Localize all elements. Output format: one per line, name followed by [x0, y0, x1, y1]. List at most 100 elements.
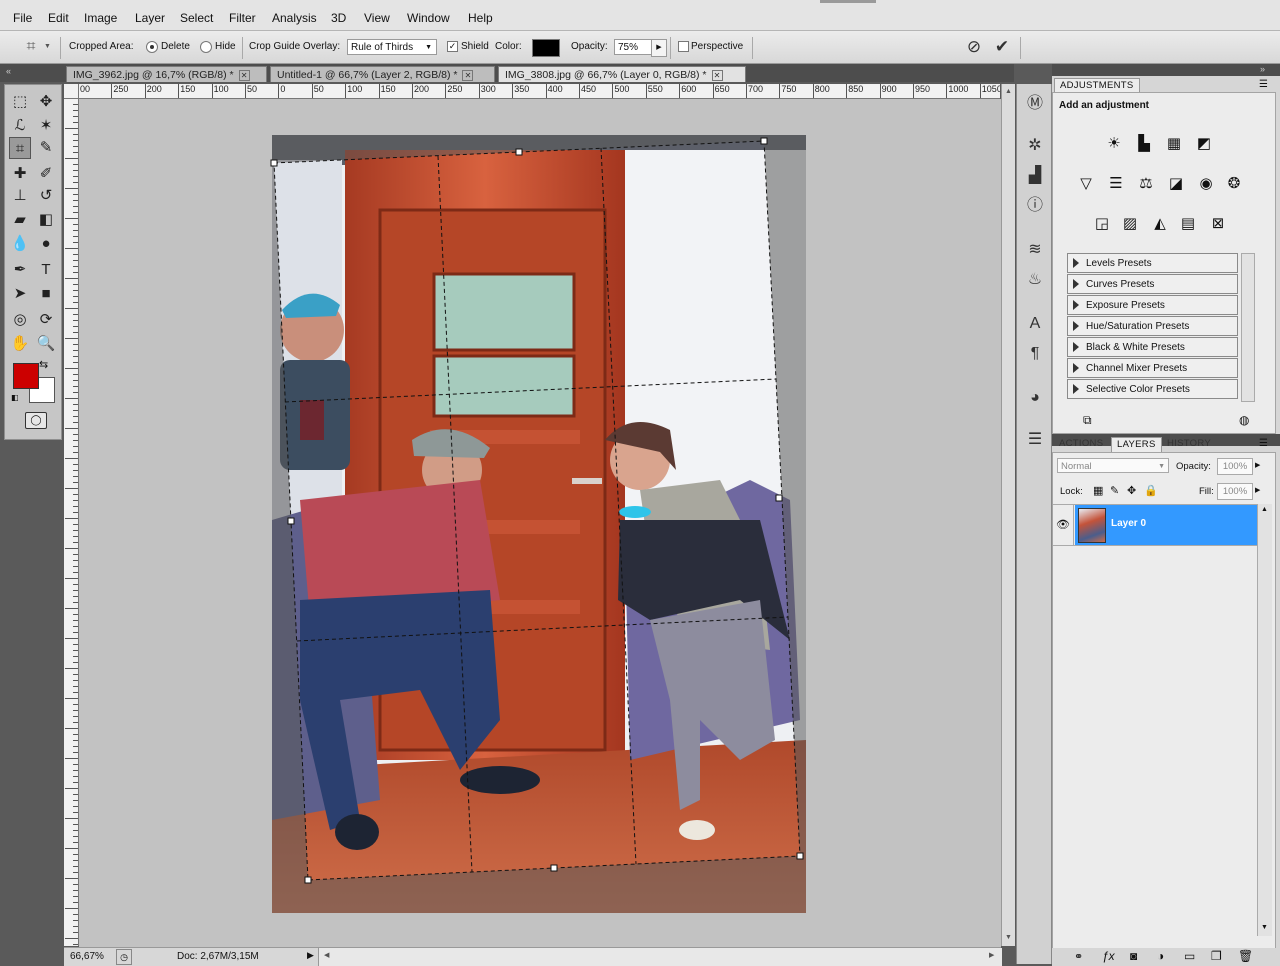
menu-select[interactable]: Select	[180, 11, 213, 25]
lasso-tool-icon[interactable]: ℒ	[9, 115, 31, 137]
3d-orbit-icon[interactable]: ⟳	[35, 309, 57, 331]
delete-radio[interactable]	[146, 41, 158, 53]
document-canvas[interactable]	[79, 99, 1001, 947]
status-menu-arrow[interactable]: ▶	[307, 950, 314, 961]
mini-bridge-icon[interactable]: Ⓜ	[1025, 94, 1045, 114]
type-tool-icon[interactable]: T	[35, 259, 57, 281]
crop-tool-preset-icon[interactable]: ⌗	[20, 37, 42, 57]
vibrance-icon[interactable]: ▽	[1075, 173, 1097, 195]
channel-mixer-icon[interactable]: ❂	[1223, 173, 1245, 195]
photo-filter-icon[interactable]: ◉	[1195, 173, 1217, 195]
lock-position-icon[interactable]: ✥	[1127, 484, 1136, 497]
panel-menu-icon[interactable]: ☰	[1259, 79, 1268, 90]
zoom-level[interactable]: 66,67%	[70, 951, 104, 962]
tab-actions[interactable]: ACTIONS	[1054, 437, 1108, 451]
rectangle-tool-icon[interactable]: ■	[35, 283, 57, 305]
brightness-icon[interactable]: ☀	[1103, 133, 1125, 155]
posterize-icon[interactable]: ▨	[1119, 213, 1141, 235]
clip-to-layer-icon[interactable]: ⧉	[1083, 413, 1092, 428]
healing-brush-icon[interactable]: ✚	[9, 163, 31, 185]
shield-color-swatch[interactable]	[532, 39, 560, 57]
auto-select-mask-icon[interactable]: ◍	[1239, 413, 1249, 427]
zoom-tool-icon[interactable]: 🔍	[35, 333, 57, 355]
scroll-down-arrow[interactable]: ▼	[1005, 934, 1012, 941]
histogram-icon[interactable]: ▟	[1025, 166, 1045, 186]
scroll-right-arrow[interactable]: ▶	[989, 951, 994, 959]
layers-scrollbar[interactable]: ▲ ▼	[1257, 504, 1272, 936]
navigator-icon[interactable]: ✲	[1025, 136, 1045, 156]
eye-icon[interactable]: 👁	[1053, 505, 1074, 545]
menu-edit[interactable]: Edit	[48, 11, 69, 25]
trash-icon[interactable]: 🗑	[1238, 949, 1253, 963]
color-balance-icon[interactable]: ⚖	[1135, 173, 1157, 195]
info-icon[interactable]: ⓘ	[1025, 196, 1045, 216]
tab-adjustments[interactable]: ADJUSTMENTS	[1054, 78, 1140, 93]
fill-slider-arrow[interactable]: ▶	[1255, 486, 1260, 494]
menu-filter[interactable]: Filter	[229, 11, 256, 25]
paint-bucket-icon[interactable]: ◧	[35, 209, 57, 231]
character-icon[interactable]: A	[1025, 314, 1045, 334]
tab-img-3962[interactable]: IMG_3962.jpg @ 16,7% (RGB/8) * ✕	[66, 66, 267, 82]
fill-input[interactable]: 100%	[1217, 483, 1253, 500]
adjustment-layer-icon[interactable]: ◑	[1157, 949, 1164, 963]
magic-wand-icon[interactable]: ✶	[35, 115, 57, 137]
preset-curves[interactable]: Curves Presets	[1067, 274, 1238, 294]
cancel-crop-icon[interactable]: ⊘	[964, 37, 984, 57]
layer-comps-icon[interactable]: ☰	[1025, 430, 1045, 450]
tab-img-3808[interactable]: IMG_3808.jpg @ 66,7% (Layer 0, RGB/8) * ✕	[498, 66, 746, 82]
pen-tool-icon[interactable]: ✒	[9, 259, 31, 281]
add-mask-icon[interactable]: ◙	[1130, 949, 1137, 963]
black-white-icon[interactable]: ◪	[1165, 173, 1187, 195]
layer-row[interactable]: 👁 Layer 0	[1053, 504, 1257, 546]
exposure-icon[interactable]: ◩	[1193, 133, 1215, 155]
link-layers-icon[interactable]: ⚭	[1074, 950, 1083, 963]
menu-window[interactable]: Window	[407, 11, 450, 25]
scroll-up-arrow[interactable]: ▲	[1261, 506, 1268, 513]
levels-icon[interactable]: ▙	[1133, 133, 1155, 155]
close-icon[interactable]: ✕	[711, 69, 723, 81]
close-icon[interactable]: ✕	[238, 69, 250, 81]
menu-help[interactable]: Help	[468, 11, 493, 25]
crop-guide-overlay-select[interactable]: Rule of Thirds ▼	[347, 39, 437, 55]
shield-checkbox[interactable]: ✓	[447, 41, 458, 52]
presets-scrollbar[interactable]	[1241, 253, 1255, 402]
crop-tool-icon[interactable]: ⌗	[9, 137, 31, 159]
hue-saturation-icon[interactable]: ☰	[1105, 173, 1127, 195]
fx-icon[interactable]: ƒx	[1102, 949, 1115, 963]
preset-hue-saturation[interactable]: Hue/Saturation Presets	[1067, 316, 1238, 336]
3d-panel-icon[interactable]: ◕	[1025, 388, 1045, 408]
dodge-tool-icon[interactable]: ●	[35, 233, 57, 255]
new-layer-icon[interactable]: ❐	[1211, 949, 1222, 963]
scroll-down-arrow[interactable]: ▼	[1261, 924, 1268, 931]
selective-color-icon[interactable]: ⊠	[1207, 213, 1229, 235]
clone-stamp-icon[interactable]: ⊥	[9, 185, 31, 207]
hide-radio[interactable]	[200, 41, 212, 53]
scroll-left-arrow[interactable]: ◀	[324, 951, 329, 959]
blend-mode-select[interactable]: Normal ▼	[1057, 458, 1169, 473]
invert-icon[interactable]: ◲	[1091, 213, 1113, 235]
lock-transparent-icon[interactable]: ▦	[1093, 484, 1103, 497]
hand-tool-icon[interactable]: ✋	[9, 333, 31, 355]
ruler-origin[interactable]	[64, 84, 79, 99]
lock-image-icon[interactable]: ✎	[1110, 484, 1119, 497]
commit-crop-icon[interactable]: ✔	[992, 37, 1012, 57]
preset-black-white[interactable]: Black & White Presets	[1067, 337, 1238, 357]
new-group-icon[interactable]: ▭	[1184, 949, 1195, 963]
status-info-icon[interactable]: ◷	[116, 949, 132, 965]
close-icon[interactable]: ✕	[462, 69, 474, 81]
tab-layers[interactable]: LAYERS	[1111, 437, 1162, 452]
marquee-tool-icon[interactable]: ⬚	[9, 91, 31, 113]
menu-file[interactable]: File	[13, 11, 32, 25]
lock-all-icon[interactable]: 🔒	[1144, 484, 1158, 497]
preset-selective-color[interactable]: Selective Color Presets	[1067, 379, 1238, 399]
quick-mask-icon[interactable]: ◯	[25, 412, 47, 429]
opacity-slider-arrow[interactable]: ▶	[1255, 461, 1260, 469]
panel-menu-icon[interactable]: ☰	[1259, 438, 1268, 449]
eyedropper-icon[interactable]: ✎	[35, 137, 57, 159]
brushes-icon[interactable]: ≋	[1025, 240, 1045, 260]
eraser-tool-icon[interactable]: ▰	[9, 209, 31, 231]
preset-channel-mixer[interactable]: Channel Mixer Presets	[1067, 358, 1238, 378]
foreground-color-swatch[interactable]	[13, 363, 39, 389]
perspective-checkbox[interactable]	[678, 41, 689, 52]
tab-history[interactable]: HISTORY	[1162, 437, 1216, 451]
